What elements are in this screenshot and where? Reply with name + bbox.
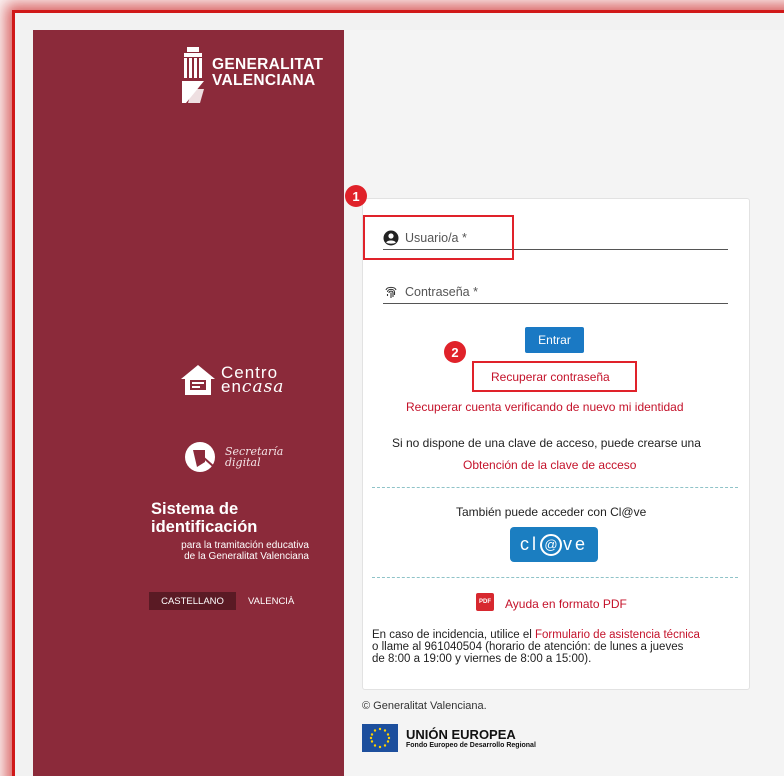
generalitat-crest-icon <box>182 47 204 103</box>
eu-text: UNIÓN EUROPEA Fondo Europeo de Desarroll… <box>406 727 536 749</box>
brand-line1: GENERALITAT <box>212 56 324 73</box>
secretaria-digital-icon <box>185 442 215 472</box>
centro-line2: encasa <box>221 377 285 397</box>
system-title: Sistema de identificación <box>151 500 257 536</box>
recover-account-link[interactable]: Recuperar cuenta verificando de nuevo mi… <box>406 400 684 414</box>
incident-prefix: En caso de incidencia, utilice el <box>372 629 536 641</box>
eu-flag-icon <box>362 724 398 752</box>
highlight-username <box>363 215 514 260</box>
obtain-key-link[interactable]: Obtención de la clave de acceso <box>463 458 636 472</box>
clave-left: cl <box>519 534 539 554</box>
system-title-line1: Sistema de <box>151 500 239 518</box>
brand-text: GENERALITAT VALENCIANA <box>212 57 323 89</box>
incident-line2: o llame al 961040504 (horario de atenció… <box>372 641 684 653</box>
clave-at-icon: @ <box>539 533 562 556</box>
divider-2 <box>372 577 738 578</box>
recover-password-link[interactable]: Recuperar contraseña <box>491 370 610 384</box>
assistance-form-link[interactable]: Formulario de asistencia técnica <box>535 629 700 641</box>
centro-en: en <box>221 377 242 396</box>
generalitat-logo: GENERALITAT VALENCIANA <box>178 45 323 105</box>
system-subtitle: para la tramitación educativa de la Gene… <box>151 540 309 562</box>
clave-text: También puede acceder con Cl@ve <box>456 505 647 519</box>
incident-text: En caso de incidencia, utilice el Formul… <box>372 629 744 665</box>
house-icon <box>181 365 215 395</box>
clave-button[interactable]: cl @ ve <box>510 527 598 562</box>
language-castellano-button[interactable]: CASTELLANO <box>149 592 236 610</box>
secretaria-digital-text: Secretaría digital <box>225 446 283 468</box>
language-switcher: CASTELLANO VALENCIÀ <box>149 592 300 610</box>
sidebar: GENERALITAT VALENCIANA Centro encasa Sec… <box>33 30 344 776</box>
divider-1 <box>372 487 738 488</box>
password-field[interactable]: Contraseña * <box>383 280 728 304</box>
no-key-text: Si no dispone de una clave de acceso, pu… <box>392 436 701 450</box>
centro-en-casa-text: Centro encasa <box>221 364 285 397</box>
copyright-text: © Generalitat Valenciana. <box>362 700 487 712</box>
system-sub-line1: para la tramitación educativa <box>181 540 309 551</box>
step-badge-2: 2 <box>444 341 466 363</box>
enter-button[interactable]: Entrar <box>525 327 584 353</box>
fingerprint-icon <box>385 286 397 298</box>
password-label: Contraseña * <box>405 284 478 299</box>
language-valencia-button[interactable]: VALENCIÀ <box>236 592 300 610</box>
eu-logo: UNIÓN EUROPEA Fondo Europeo de Desarroll… <box>362 724 536 752</box>
eu-subtitle: Fondo Europeo de Desarrollo Regional <box>406 742 536 749</box>
centro-casa: casa <box>241 377 285 397</box>
centro-en-casa-logo[interactable]: Centro encasa <box>179 363 284 397</box>
clave-right: ve <box>562 534 588 554</box>
secretaria-line2: digital <box>225 456 261 469</box>
step-badge-1: 1 <box>345 185 367 207</box>
pdf-help-link[interactable]: Ayuda en formato PDF <box>505 597 627 611</box>
system-sub-line2: de la Generalitat Valenciana <box>184 551 309 562</box>
eu-title: UNIÓN EUROPEA <box>406 727 516 742</box>
pdf-icon: PDF <box>476 593 494 611</box>
system-title-line2: identificación <box>151 518 258 536</box>
secretaria-digital-logo[interactable]: Secretaría digital <box>183 440 283 474</box>
brand-line2: VALENCIANA <box>212 72 316 89</box>
incident-line3: de 8:00 a 19:00 y viernes de 8:00 a 15:0… <box>372 653 592 665</box>
